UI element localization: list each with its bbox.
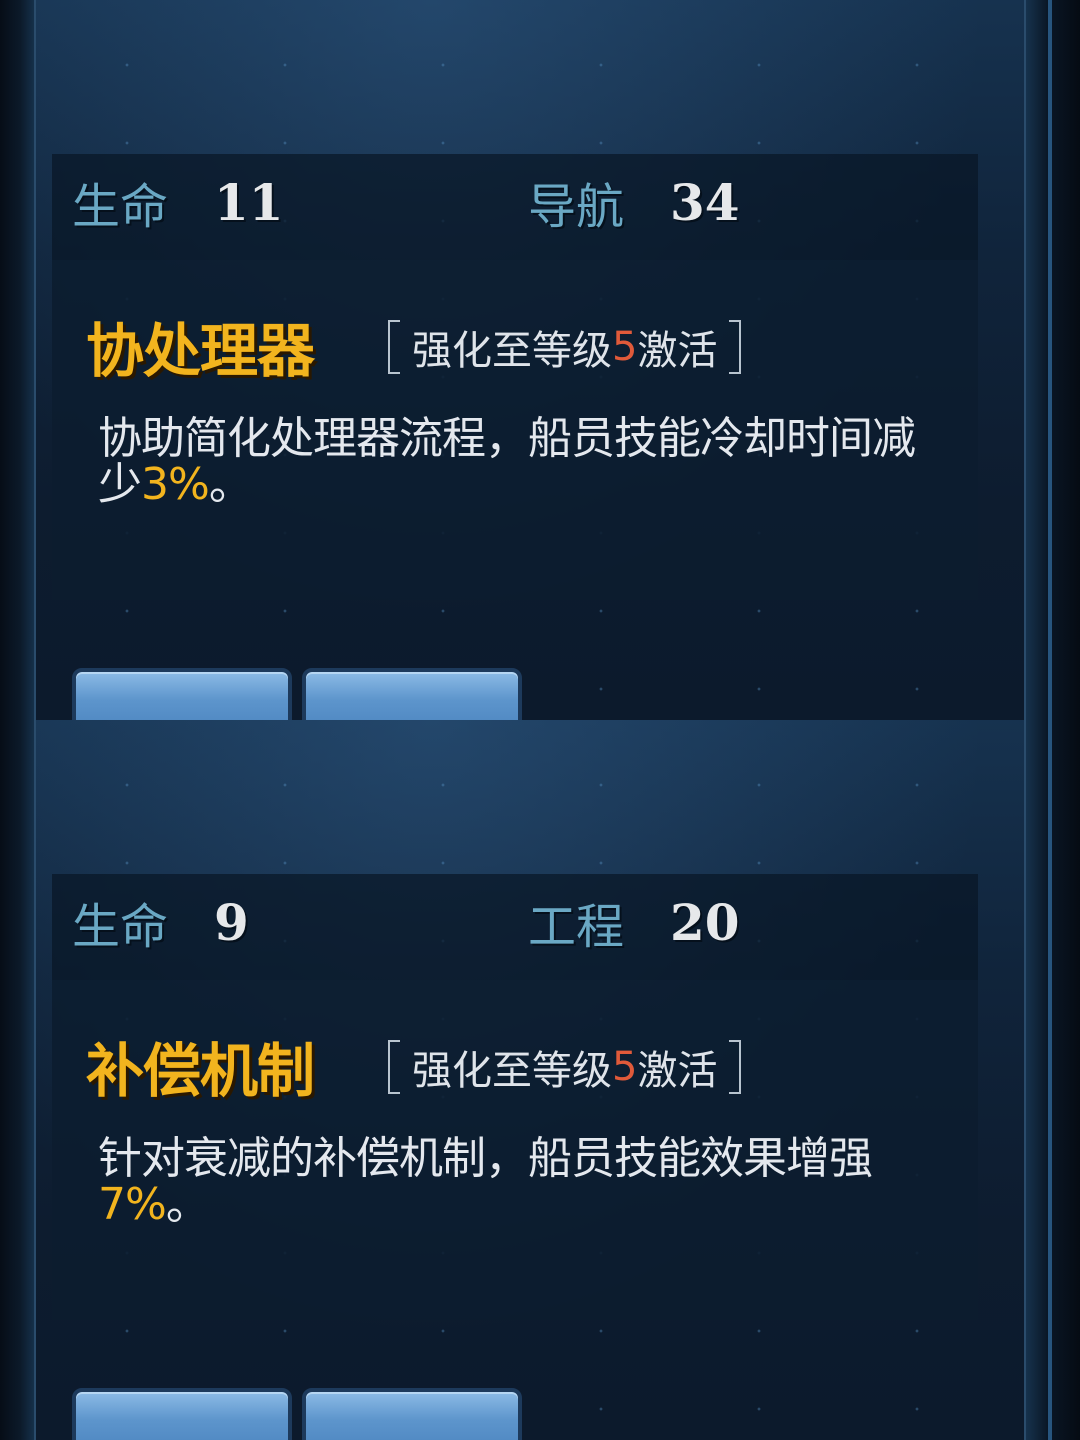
- activation-requirement: 强化至等级 5 激活: [388, 320, 742, 374]
- requirement-prefix: 强化至等级: [412, 328, 612, 374]
- requirement-level: 5: [612, 1044, 638, 1090]
- requirement-suffix: 激活: [637, 328, 718, 374]
- description-percent: 7%: [98, 1179, 167, 1230]
- right-bracket: [729, 320, 742, 374]
- left-bezel: [0, 720, 36, 1440]
- stat-label: 生命: [72, 179, 169, 235]
- skill-panel-1: 生命 11 导航 34 协处理器 强化至等级 5 激活 协助简化处理器流程，船员技能…: [0, 0, 1080, 720]
- stat-value: 11: [214, 172, 284, 232]
- skill-description: 针对衰减的补偿机制，船员技能效果增强7%。: [98, 1136, 928, 1228]
- stat-value: 34: [670, 172, 740, 232]
- tab-slot-2[interactable]: [302, 1388, 522, 1440]
- stat-value: 9: [214, 892, 249, 952]
- description-end: 。: [165, 1179, 210, 1230]
- left-bracket: [388, 1040, 400, 1094]
- stat-label: 工程: [528, 899, 625, 955]
- activation-requirement: 强化至等级 5 激活: [388, 1040, 742, 1094]
- requirement-prefix: 强化至等级: [412, 1048, 612, 1094]
- skill-card: 生命 9 工程 20 补偿机制 强化至等级 5 激活 针对衰减的补偿机制，船员技能效…: [52, 874, 978, 1320]
- stat-value: 20: [670, 892, 740, 952]
- skill-panel-2: 生命 9 工程 20 补偿机制 强化至等级 5 激活 针对衰减的补偿机制，船员技能效…: [0, 720, 1080, 1440]
- requirement-suffix: 激活: [637, 1048, 718, 1094]
- description-percent: 3%: [141, 459, 210, 510]
- stat-hp: 生命 9: [72, 890, 249, 956]
- stat-hp: 生命 11: [72, 170, 284, 236]
- skill-title: 协处理器: [86, 317, 315, 385]
- stat-label: 导航: [528, 179, 625, 235]
- description-text: 针对衰减的补偿机制，船员技能效果增强: [98, 1133, 873, 1184]
- skill-description: 协助简化处理器流程，船员技能冷却时间减少3%。: [98, 416, 928, 508]
- requirement-level: 5: [612, 324, 638, 370]
- description-end: 。: [208, 459, 253, 510]
- right-bracket: [729, 1040, 742, 1094]
- left-bezel: [0, 0, 36, 720]
- stat-label: 生命: [72, 899, 169, 955]
- stat-secondary: 工程 20: [528, 890, 740, 956]
- skill-title: 补偿机制: [86, 1037, 315, 1105]
- tab-slot-1[interactable]: [72, 1388, 292, 1440]
- stat-secondary: 导航 34: [528, 170, 740, 236]
- tab-slot-2[interactable]: [302, 668, 522, 720]
- left-bracket: [388, 320, 400, 374]
- right-bezel: [1024, 720, 1080, 1440]
- skill-card: 生命 11 导航 34 协处理器 强化至等级 5 激活 协助简化处理器流程，船员技能…: [52, 154, 978, 600]
- tab-slot-1[interactable]: [72, 668, 292, 720]
- right-bezel: [1024, 0, 1080, 720]
